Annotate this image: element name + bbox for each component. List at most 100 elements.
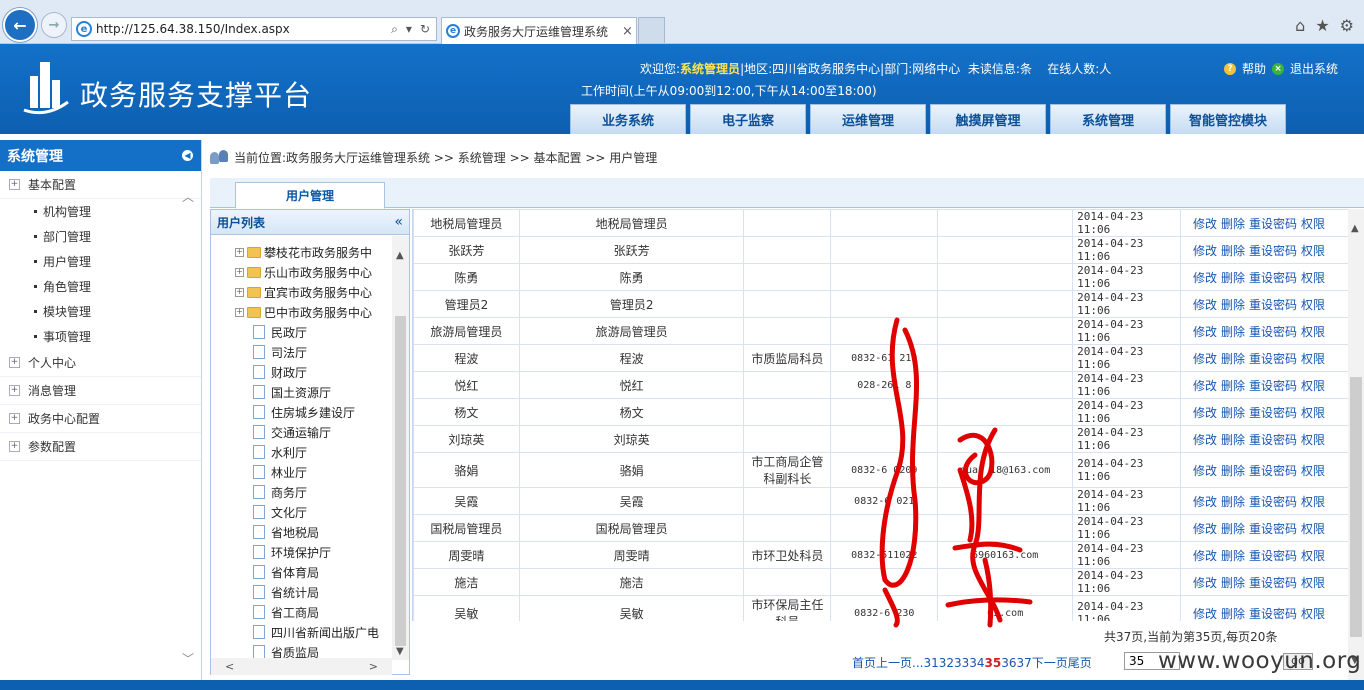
collapse-double-left-icon[interactable]: « [394,214,403,230]
tree-expand-icon[interactable]: + [235,267,244,277]
pager-first-prev[interactable]: 首页上一页... [852,656,923,670]
edit-link[interactable]: 修改 [1193,352,1217,366]
delete-link[interactable]: 删除 [1221,522,1245,536]
nav-tab-business[interactable]: 业务系统 [570,104,686,134]
sidebar-item-org[interactable]: 机构管理 [0,199,201,224]
reset-password-link[interactable]: 重设密码 [1249,464,1297,478]
tree-expand-icon[interactable]: + [235,307,244,317]
delete-link[interactable]: 删除 [1221,607,1245,621]
back-button[interactable]: ← [3,8,37,42]
delete-link[interactable]: 删除 [1221,379,1245,393]
permission-link[interactable]: 权限 [1301,271,1325,285]
chevron-up-icon[interactable]: ▲ [1351,223,1359,234]
reset-password-link[interactable]: 重设密码 [1249,522,1297,536]
chevron-up-icon[interactable]: ▲ [396,250,404,261]
permission-link[interactable]: 权限 [1301,549,1325,563]
edit-link[interactable]: 修改 [1193,464,1217,478]
home-icon[interactable]: ⌂ [1295,16,1305,35]
reset-password-link[interactable]: 重设密码 [1249,406,1297,420]
sidebar-item-dept[interactable]: 部门管理 [0,224,201,249]
chevron-up-icon[interactable]: ︿ [182,188,194,205]
chevron-right-icon[interactable]: > [369,660,378,673]
tree-node-dept[interactable]: 省体育局 [211,562,391,582]
new-tab-button[interactable] [638,17,665,43]
tree-node-dept[interactable]: 省统计局 [211,582,391,602]
tree-node-org[interactable]: + 乐山市政务服务中心 [211,262,391,282]
dropdown-icon[interactable]: ▾ [406,22,412,37]
chevron-left-icon[interactable]: < [225,660,234,673]
permission-link[interactable]: 权限 [1301,298,1325,312]
permission-link[interactable]: 权限 [1301,406,1325,420]
reset-password-link[interactable]: 重设密码 [1249,244,1297,258]
sidebar-group-center-config[interactable]: + 政务中心配置 [0,405,201,433]
tree-node-dept[interactable]: 四川省新闻出版广电 [211,622,391,642]
tree-node-org[interactable]: + 宜宾市政务服务中心 [211,282,391,302]
address-bar[interactable]: e http://125.64.38.150/Index.aspx ⌕ ▾ ↻ [71,17,437,41]
edit-link[interactable]: 修改 [1193,244,1217,258]
main-vertical-scrollbar[interactable]: ▲ ▼ [1348,209,1364,680]
collapse-left-icon[interactable]: ◀ [182,150,193,161]
reset-password-link[interactable]: 重设密码 [1249,607,1297,621]
permission-link[interactable]: 权限 [1301,576,1325,590]
permission-link[interactable]: 权限 [1301,325,1325,339]
reset-password-link[interactable]: 重设密码 [1249,379,1297,393]
reset-password-link[interactable]: 重设密码 [1249,495,1297,509]
tree-node-dept[interactable]: 省地税局 [211,522,391,542]
tree-node-dept[interactable]: 省质监局 [211,642,391,658]
browser-tab[interactable]: e 政务服务大厅运维管理系统 × [441,17,637,44]
delete-link[interactable]: 删除 [1221,271,1245,285]
nav-tab-smart-control[interactable]: 智能管控模块 [1170,104,1286,134]
delete-link[interactable]: 删除 [1221,495,1245,509]
edit-link[interactable]: 修改 [1193,522,1217,536]
permission-link[interactable]: 权限 [1301,464,1325,478]
tree-node-dept[interactable]: 国土资源厅 [211,382,391,402]
edit-link[interactable]: 修改 [1193,298,1217,312]
sidebar-group-basic-config[interactable]: + 基本配置 [0,171,201,199]
sidebar-item-matter[interactable]: 事项管理 [0,324,201,349]
delete-link[interactable]: 删除 [1221,433,1245,447]
nav-tab-supervision[interactable]: 电子监察 [690,104,806,134]
tree-node-dept[interactable]: 交通运输厅 [211,422,391,442]
tree-node-dept[interactable]: 水利厅 [211,442,391,462]
sidebar-item-user[interactable]: 用户管理 [0,249,201,274]
permission-link[interactable]: 权限 [1301,217,1325,231]
sidebar-group-messages[interactable]: + 消息管理 [0,377,201,405]
help-link[interactable]: 帮助 [1242,60,1266,77]
tree-node-dept[interactable]: 民政厅 [211,322,391,342]
tree-node-dept[interactable]: 司法厅 [211,342,391,362]
delete-link[interactable]: 删除 [1221,549,1245,563]
reset-password-link[interactable]: 重设密码 [1249,576,1297,590]
sidebar-item-role[interactable]: 角色管理 [0,274,201,299]
edit-link[interactable]: 修改 [1193,549,1217,563]
permission-link[interactable]: 权限 [1301,244,1325,258]
chevron-down-icon[interactable]: ﹀ [182,650,194,667]
edit-link[interactable]: 修改 [1193,576,1217,590]
tree-node-dept[interactable]: 住房城乡建设厅 [211,402,391,422]
reset-password-link[interactable]: 重设密码 [1249,352,1297,366]
edit-link[interactable]: 修改 [1193,271,1217,285]
tab-user-management[interactable]: 用户管理 [235,182,385,209]
chevron-down-icon[interactable]: ▼ [396,646,404,657]
tree-expand-icon[interactable]: + [235,287,244,297]
delete-link[interactable]: 删除 [1221,464,1245,478]
tree-node-dept[interactable]: 环境保护厅 [211,542,391,562]
reset-password-link[interactable]: 重设密码 [1249,271,1297,285]
nav-tab-touchscreen[interactable]: 触摸屏管理 [930,104,1046,134]
tree-node-dept[interactable]: 财政厅 [211,362,391,382]
delete-link[interactable]: 删除 [1221,352,1245,366]
sidebar-item-module[interactable]: 模块管理 [0,299,201,324]
edit-link[interactable]: 修改 [1193,325,1217,339]
tree-node-dept[interactable]: 商务厅 [211,482,391,502]
permission-link[interactable]: 权限 [1301,607,1325,621]
edit-link[interactable]: 修改 [1193,433,1217,447]
scrollbar-thumb[interactable] [395,316,406,646]
sidebar-group-personal[interactable]: + 个人中心 [0,349,201,377]
pager-next-last[interactable]: 下一页尾页 [1032,656,1092,670]
edit-link[interactable]: 修改 [1193,217,1217,231]
tree-node-org[interactable]: + 巴中市政务服务中心 [211,302,391,322]
delete-link[interactable]: 删除 [1221,244,1245,258]
url-text[interactable]: http://125.64.38.150/Index.aspx [96,22,391,36]
tab-close-icon[interactable]: × [622,24,636,39]
edit-link[interactable]: 修改 [1193,495,1217,509]
reset-password-link[interactable]: 重设密码 [1249,298,1297,312]
